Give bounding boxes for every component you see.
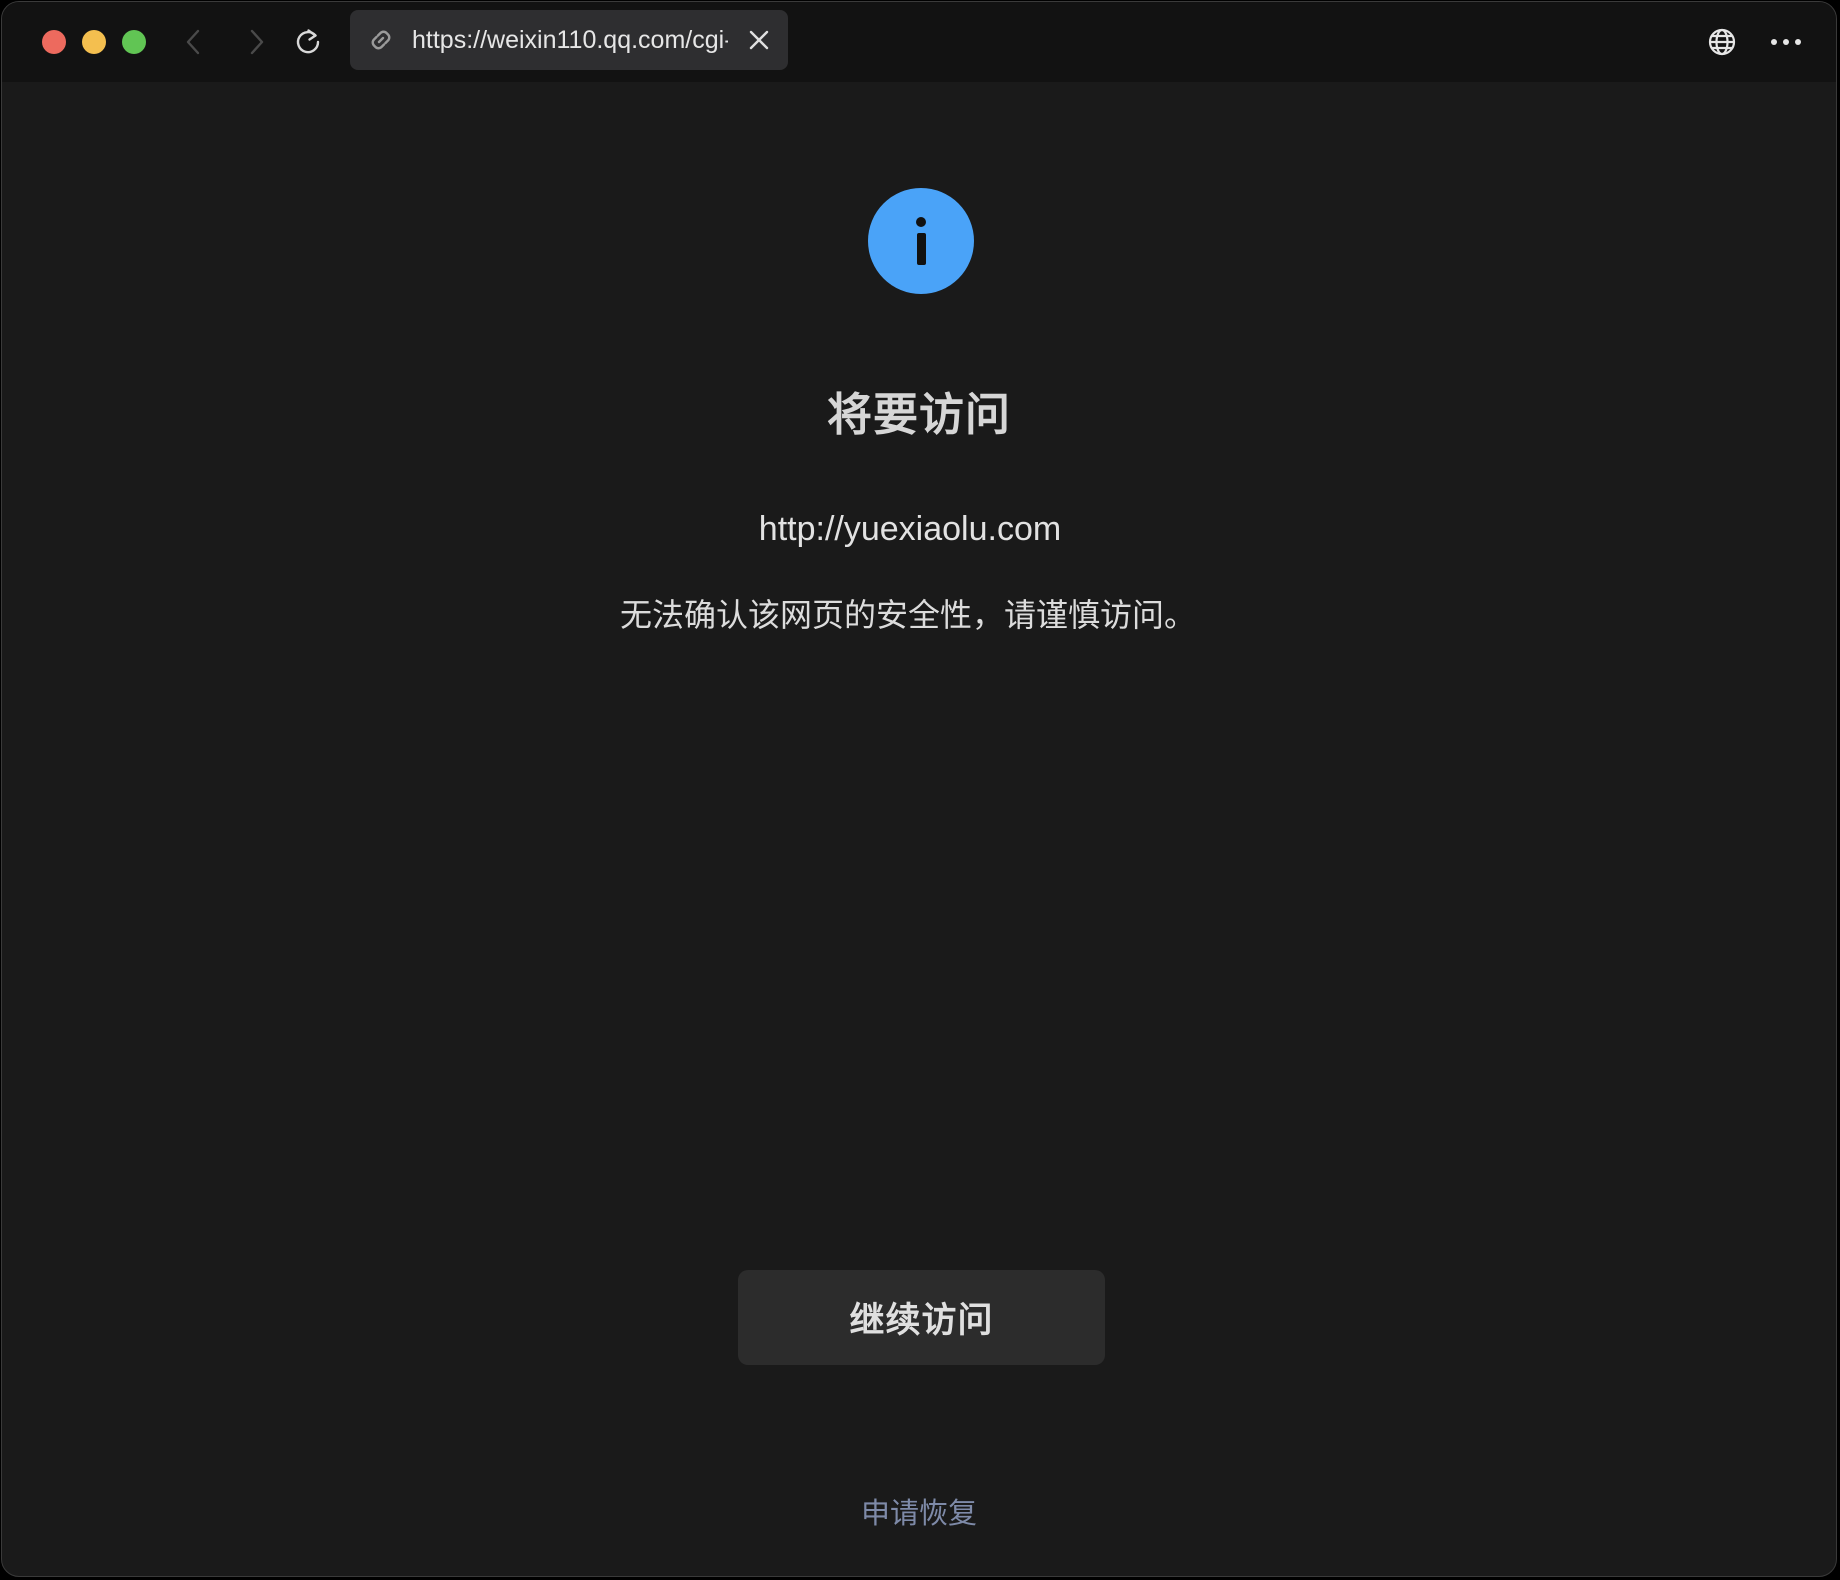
globe-icon bbox=[1708, 28, 1736, 56]
title-bar: https://weixin110.qq.com/cgi-bin/readtem… bbox=[2, 2, 1836, 82]
window-minimize-button[interactable] bbox=[82, 30, 106, 54]
window-maximize-button[interactable] bbox=[122, 30, 146, 54]
back-button[interactable] bbox=[172, 20, 216, 64]
more-icon bbox=[1771, 39, 1801, 45]
page-content: 将要访问 http://yuexiaolu.com 无法确认该网页的安全性，请谨… bbox=[2, 82, 1836, 1576]
info-icon bbox=[868, 188, 974, 294]
link-icon bbox=[366, 25, 396, 55]
reload-button[interactable] bbox=[286, 20, 330, 64]
page-title: 将要访问 bbox=[826, 388, 1011, 441]
tab-url: https://weixin110.qq.com/cgi-bin/readtem… bbox=[412, 25, 728, 54]
chevron-left-icon bbox=[186, 29, 200, 55]
appeal-link[interactable]: 申请恢复 bbox=[2, 1490, 1836, 1532]
more-button[interactable] bbox=[1766, 22, 1806, 62]
window-close-button[interactable] bbox=[42, 30, 66, 54]
continue-button[interactable]: 继续访问 bbox=[738, 1270, 1105, 1365]
reload-icon bbox=[296, 29, 320, 54]
forward-button[interactable] bbox=[234, 20, 278, 64]
close-icon[interactable] bbox=[746, 27, 772, 53]
url-tab[interactable]: https://weixin110.qq.com/cgi-bin/readtem… bbox=[350, 10, 788, 70]
target-url: http://yuexiaolu.com bbox=[758, 510, 1062, 548]
security-warning: 无法确认该网页的安全性，请谨慎访问。 bbox=[619, 596, 1196, 634]
chevron-right-icon bbox=[250, 29, 264, 55]
globe-button[interactable] bbox=[1702, 22, 1742, 62]
browser-window: https://weixin110.qq.com/cgi-bin/readtem… bbox=[1, 1, 1837, 1577]
